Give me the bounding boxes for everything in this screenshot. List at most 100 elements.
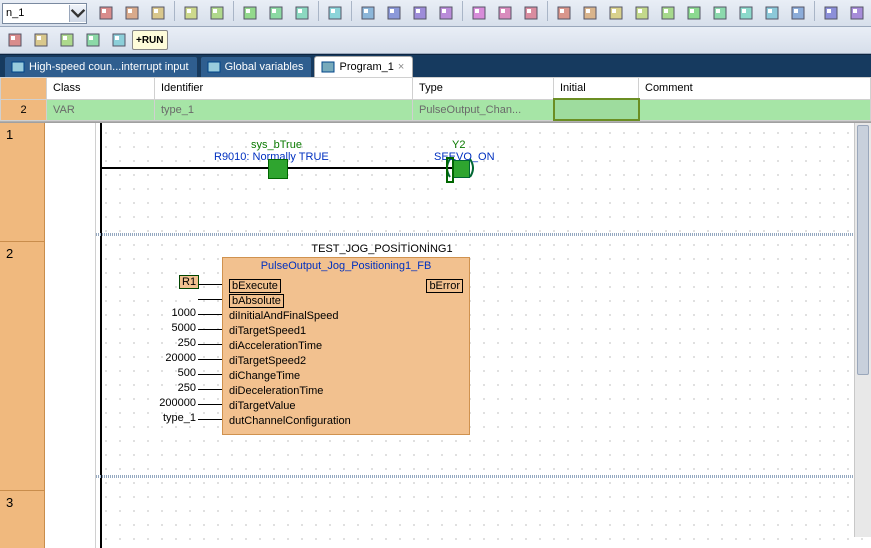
fb-port-diTargetValue[interactable]: diTargetValue [223, 398, 469, 413]
plug-icon[interactable] [323, 1, 347, 25]
fb-port-label: diTargetValue [229, 400, 295, 412]
fb-port-diTargetSpeed1[interactable]: diTargetSpeed1 [223, 323, 469, 338]
decl-header-comment[interactable]: Comment [639, 78, 871, 100]
fb-port-dutChannelConfiguration[interactable]: dutChannelConfiguration [223, 413, 469, 428]
outdent-icon[interactable] [356, 1, 380, 25]
decl-class[interactable]: VAR [47, 99, 155, 120]
toolbar-divider [814, 1, 815, 21]
tab-2[interactable]: Program_1× [314, 56, 413, 77]
decl-header-initial[interactable]: Initial [554, 78, 639, 100]
decl-type[interactable]: PulseOutput_Chan... [413, 99, 554, 120]
ladder-canvas-wrap: sys_bTrue R9010: Normally TRUE Y2 SEEVO_… [96, 123, 871, 548]
decl-comment[interactable] [639, 99, 871, 120]
cut-icon[interactable] [94, 1, 118, 25]
decl-initial[interactable] [554, 99, 639, 120]
fn-icon[interactable] [708, 1, 732, 25]
copy-icon[interactable] [120, 1, 144, 25]
fb-port-diDecelerationTime[interactable]: diDecelerationTime [223, 383, 469, 398]
go-icon[interactable] [290, 1, 314, 25]
output-coil[interactable] [446, 157, 474, 179]
fb-port-label: diChangeTime [229, 370, 300, 382]
indent-icon[interactable] [382, 1, 406, 25]
fb-param-4[interactable]: 250 [136, 337, 196, 349]
decl-identifier[interactable]: type_1 [155, 99, 413, 120]
window-icon[interactable] [467, 1, 491, 25]
dedent-icon[interactable] [408, 1, 432, 25]
link-icon[interactable] [760, 1, 784, 25]
fb-param-5[interactable]: 20000 [136, 352, 196, 364]
fb-port-label: diDecelerationTime [229, 385, 323, 397]
dev4-icon[interactable] [81, 28, 105, 52]
tile-icon[interactable] [519, 1, 543, 25]
arrow-icon[interactable] [552, 1, 576, 25]
replace-icon[interactable] [264, 1, 288, 25]
r1-variable[interactable]: R1 [179, 275, 199, 289]
fb-port-diChangeTime[interactable]: diChangeTime [223, 368, 469, 383]
decl-header-identifier[interactable]: Identifier [155, 78, 413, 100]
main-toolbar [0, 0, 871, 27]
rung-separator-1 [96, 233, 871, 236]
fb-port-diTargetSpeed2[interactable]: diTargetSpeed2 [223, 353, 469, 368]
fb-param-9[interactable]: type_1 [136, 412, 196, 424]
paste-icon[interactable] [146, 1, 170, 25]
contact-label-top: sys_bTrue [251, 139, 302, 151]
dev2-icon[interactable] [29, 28, 53, 52]
toolbar-divider [547, 1, 548, 21]
fb-port-diInitialAndFinalSpeed[interactable]: diInitialAndFinalSpeed [223, 308, 469, 323]
declaration-grid: Class Identifier Type Initial Comment 2 … [0, 77, 871, 122]
fb-param-2[interactable]: 1000 [136, 307, 196, 319]
undo-icon[interactable] [179, 1, 203, 25]
ladder-canvas[interactable]: sys_bTrue R9010: Normally TRUE Y2 SEEVO_… [96, 123, 871, 548]
chevron-down-icon[interactable] [69, 5, 86, 22]
fb-icon[interactable] [682, 1, 706, 25]
scope-combo-input[interactable] [3, 5, 69, 22]
fb-param-3[interactable]: 5000 [136, 322, 196, 334]
run-button[interactable]: +RUN [132, 30, 168, 50]
net-icon[interactable] [107, 28, 131, 52]
fb-port-bError[interactable]: bError [426, 278, 463, 294]
rung-number-1[interactable]: 1 [0, 123, 44, 242]
fb-param-6[interactable]: 500 [136, 367, 196, 379]
dev1-icon[interactable] [3, 28, 27, 52]
fb-param-7[interactable]: 250 [136, 382, 196, 394]
comment-icon[interactable] [434, 1, 458, 25]
wrench-icon [11, 60, 25, 74]
tab-label: High-speed coun...interrupt input [29, 61, 189, 73]
decl-header-type[interactable]: Type [413, 78, 554, 100]
fb-param-8[interactable]: 200000 [136, 397, 196, 409]
fb-port-box: bAbsolute [229, 294, 284, 308]
fb-port-diAccelerationTime[interactable]: diAccelerationTime [223, 338, 469, 353]
function-block[interactable]: PulseOutput_Jog_Positioning1_FB bExecute… [222, 257, 470, 435]
cascade-icon[interactable] [493, 1, 517, 25]
decl-header-row: Class Identifier Type Initial Comment [1, 78, 871, 100]
block-icon[interactable] [656, 1, 680, 25]
rung-number-2[interactable]: 2 [0, 242, 44, 491]
split-icon[interactable] [819, 1, 843, 25]
scrollbar-thumb[interactable] [857, 125, 869, 375]
find-icon[interactable] [238, 1, 262, 25]
tab-1[interactable]: Global variables [200, 56, 313, 77]
fb-pin [198, 329, 222, 330]
hor-icon[interactable] [578, 1, 602, 25]
fb-port-label: diTargetSpeed2 [229, 355, 306, 367]
var-icon[interactable] [734, 1, 758, 25]
fb-pin [198, 404, 222, 405]
contact-normally-open[interactable] [266, 157, 288, 179]
fb-port-label: dutChannelConfiguration [229, 415, 351, 427]
vertical-scrollbar[interactable] [854, 123, 871, 537]
toolbar-divider [351, 1, 352, 21]
tab-0[interactable]: High-speed coun...interrupt input [4, 56, 198, 77]
diag-icon[interactable] [630, 1, 654, 25]
rung-number-3[interactable]: 3 [0, 491, 44, 548]
vert-icon[interactable] [604, 1, 628, 25]
fb-port-box: bError [426, 279, 463, 293]
merge-icon[interactable] [845, 1, 869, 25]
jump-icon[interactable] [786, 1, 810, 25]
close-icon[interactable]: × [398, 61, 404, 73]
redo-icon[interactable] [205, 1, 229, 25]
decl-header-class[interactable]: Class [47, 78, 155, 100]
dev3-icon[interactable] [55, 28, 79, 52]
scope-combo[interactable] [2, 3, 87, 24]
decl-row[interactable]: 2 VAR type_1 PulseOutput_Chan... [1, 99, 871, 120]
fb-port-bAbsolute[interactable]: bAbsolute [223, 293, 469, 308]
